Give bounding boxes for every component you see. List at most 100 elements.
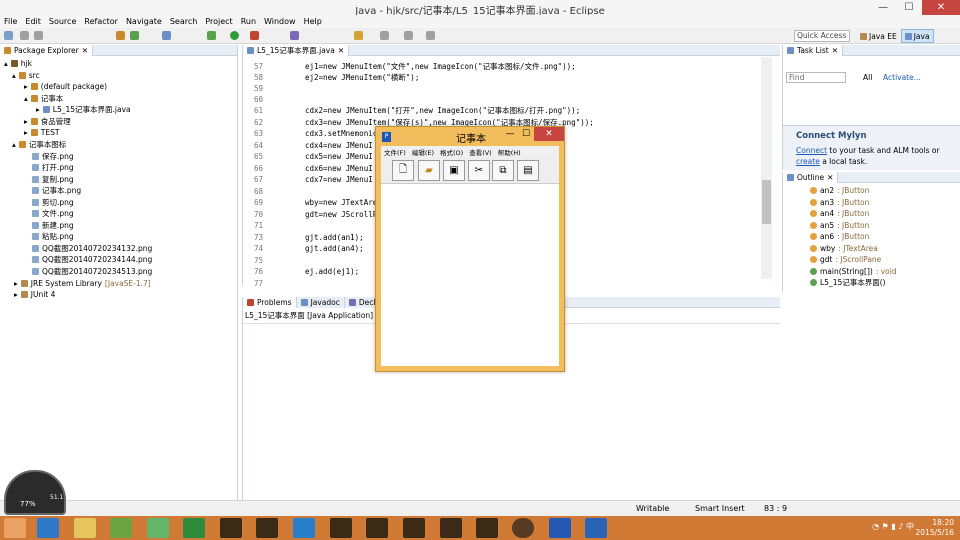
back-icon[interactable]	[404, 31, 413, 40]
open-type-icon[interactable]	[354, 31, 363, 40]
task-filter-all[interactable]: All	[863, 73, 872, 82]
build-icon[interactable]	[116, 31, 125, 40]
new-java-class-icon[interactable]	[290, 31, 299, 40]
outline-item[interactable]: an5 : JButton	[810, 220, 869, 231]
game-icon[interactable]	[512, 518, 534, 538]
run-icon[interactable]	[230, 31, 239, 40]
menu-run[interactable]: Run	[237, 17, 260, 26]
tree-item-junit[interactable]: ▸ JUnit 4	[14, 289, 55, 300]
toggle-icon[interactable]	[162, 31, 171, 40]
run-debug-icon[interactable]	[207, 31, 216, 40]
forward-icon[interactable]	[426, 31, 435, 40]
debug-icon[interactable]	[130, 31, 139, 40]
tree-item-image[interactable]: 打开.png	[32, 162, 74, 173]
menu-search[interactable]: Search	[166, 17, 201, 26]
close-icon[interactable]: ✕	[922, 0, 960, 15]
menu-help[interactable]: Help	[300, 17, 326, 26]
tree-item-image[interactable]: 保存.png	[32, 151, 74, 162]
notepad-text-area[interactable]	[381, 184, 559, 366]
tab-outline[interactable]: Outline ✕	[783, 171, 839, 183]
eclipse-icon[interactable]	[440, 518, 462, 538]
menu-edit[interactable]: Edit	[21, 17, 45, 26]
quick-access-input[interactable]: Quick Access	[794, 30, 850, 42]
store-icon[interactable]	[183, 518, 205, 538]
outline-item[interactable]: an3 : JButton	[810, 197, 869, 208]
file-explorer-icon[interactable]	[74, 518, 96, 538]
tree-item-image[interactable]: 记事本.png	[32, 185, 81, 196]
outline-item[interactable]: L5_15记事本界面()	[810, 277, 889, 288]
word-icon[interactable]	[585, 518, 607, 538]
notepad-menu-help[interactable]: 帮助(H)	[495, 147, 524, 157]
tree-item-notepad-package[interactable]: ▴ 记事本	[24, 93, 63, 104]
notepad-minimize-icon[interactable]: —	[502, 127, 518, 141]
task-find-input[interactable]: Find	[786, 72, 846, 83]
tree-item-food-package[interactable]: ▸ 食品管理	[24, 116, 71, 127]
outline-item[interactable]: gdt : JScrollPane	[810, 254, 881, 265]
notepad-copy-button[interactable]: ⧉	[492, 160, 514, 181]
start-icon[interactable]	[4, 518, 26, 538]
menu-source[interactable]: Source	[45, 17, 80, 26]
perspective-java[interactable]: Java	[900, 29, 934, 43]
new-icon[interactable]	[4, 31, 13, 40]
outline-item[interactable]: an6 : JButton	[810, 231, 869, 242]
tree-item-java-file[interactable]: ▸ L5_15记事本界面.java	[36, 104, 131, 115]
outline-item[interactable]: an2 : JButton	[810, 185, 869, 196]
notepad-menu-view[interactable]: 查看(V)	[466, 147, 495, 157]
java-app-icon[interactable]	[549, 518, 571, 538]
task-activate-link[interactable]: Activate...	[883, 73, 921, 82]
internet-explorer-icon[interactable]	[37, 518, 59, 538]
menu-window[interactable]: Window	[260, 17, 300, 26]
notepad-save-button[interactable]: ▣	[443, 160, 465, 181]
tree-item-image[interactable]: QQ截图20140720234513.png	[32, 266, 152, 277]
notepad-open-button[interactable]: ▰	[418, 160, 440, 181]
mylyn-create-link[interactable]: create	[796, 157, 820, 166]
tree-item-jre[interactable]: ▸ JRE System Library [JavaSE-1.7]	[14, 278, 151, 289]
tree-item-icons-folder[interactable]: ▴ 记事本图标	[12, 139, 66, 150]
clock[interactable]: 18:20 2015/5/16	[916, 518, 954, 538]
notepad-cut-button[interactable]: ✂	[468, 160, 490, 181]
tree-item-image[interactable]: 新建.png	[32, 220, 74, 231]
print-icon[interactable]	[34, 31, 43, 40]
tree-item-image[interactable]: 复制.png	[32, 174, 74, 185]
notepad-menu-format[interactable]: 格式(O)	[437, 147, 466, 157]
tree-item-src[interactable]: ▴ src	[12, 70, 40, 81]
tab-package-explorer[interactable]: Package Explorer ✕	[0, 44, 93, 56]
editor-scrollbar[interactable]	[761, 57, 772, 279]
tree-item-image[interactable]: QQ截图20140720234144.png	[32, 254, 152, 265]
menu-file[interactable]: File	[0, 17, 21, 26]
system-tray[interactable]: ◔ ⚑ ▮ ♪ 中	[872, 521, 914, 532]
tree-item-image[interactable]: 文件.png	[32, 208, 74, 219]
tree-item-project[interactable]: ▴ hjk	[4, 58, 32, 69]
notepad-menu-file[interactable]: 文件(F)	[381, 147, 409, 157]
eclipse-icon[interactable]	[476, 518, 498, 538]
menu-project[interactable]: Project	[201, 17, 236, 26]
tree-item-test-package[interactable]: ▸ TEST	[24, 127, 59, 138]
app-icon[interactable]	[293, 518, 315, 538]
tree-item-image[interactable]: QQ截图20140720234132.png	[32, 243, 152, 254]
notepad-paste-button[interactable]: ▤	[517, 160, 539, 181]
mylyn-connect-link[interactable]: Connect	[796, 146, 827, 155]
external-tools-icon[interactable]	[250, 31, 259, 40]
perspective-java-ee[interactable]: Java EE	[856, 29, 901, 43]
tab-task-list[interactable]: Task List ✕	[783, 44, 843, 56]
notepad-close-icon[interactable]: ✕	[534, 127, 564, 141]
save-icon[interactable]	[20, 31, 29, 40]
notepad-new-button[interactable]: 🗋	[392, 160, 414, 181]
tree-item-image[interactable]: 剪切.png	[32, 197, 74, 208]
tab-java-file[interactable]: L5_15记事本界面.java ✕	[243, 44, 350, 56]
notepad-maximize-icon[interactable]: ☐	[518, 127, 534, 141]
tab-problems[interactable]: Problems	[243, 296, 297, 308]
editor-scrollbar-thumb[interactable]	[762, 180, 771, 224]
eclipse-icon[interactable]	[330, 518, 352, 538]
eclipse-icon[interactable]	[220, 518, 242, 538]
menu-refactor[interactable]: Refactor	[80, 17, 122, 26]
next-annotation-icon[interactable]	[380, 31, 389, 40]
eclipse-icon[interactable]	[366, 518, 388, 538]
tab-javadoc[interactable]: Javadoc	[296, 296, 345, 308]
tree-item-image[interactable]: 粘贴.png	[32, 231, 74, 242]
notepad-menu-edit[interactable]: 编辑(E)	[409, 147, 437, 157]
minimize-icon[interactable]: —	[870, 0, 896, 15]
eclipse-icon[interactable]	[403, 518, 425, 538]
eclipse-icon[interactable]	[256, 518, 278, 538]
outline-item[interactable]: main(String[]) : void	[810, 266, 897, 277]
